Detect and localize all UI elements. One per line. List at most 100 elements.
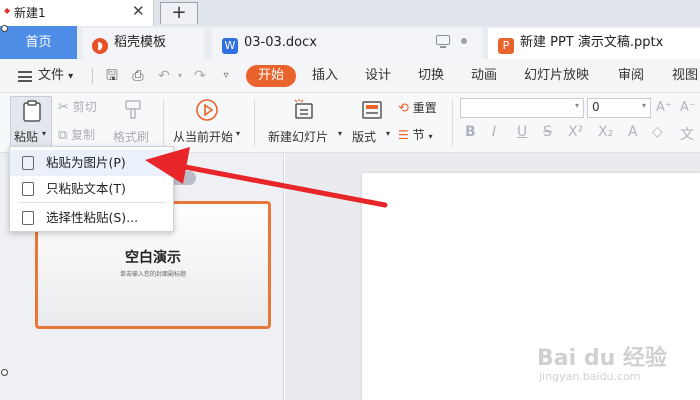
new-tab-button[interactable]: +	[160, 2, 198, 24]
superscript-button[interactable]: X²	[568, 124, 583, 140]
section-button[interactable]: ☰ 节 ▾	[398, 126, 432, 143]
section-icon: ☰	[398, 128, 409, 142]
tab-insert[interactable]: 插入	[312, 59, 338, 93]
clipboard-icon	[23, 100, 41, 122]
undo-icon[interactable]: ↶	[156, 68, 172, 84]
paste-button[interactable]: 粘贴 ▾	[10, 96, 52, 148]
slide-thumbnail-subtitle: 单击输入您的封面副标题	[119, 271, 186, 278]
watermark-main: Bai du 经验	[537, 346, 667, 371]
format-painter-label: 格式刷	[113, 130, 150, 144]
layout-icon	[362, 101, 382, 119]
format-painter-icon	[125, 100, 141, 119]
play-from-current-label: 从当前开始	[173, 130, 234, 144]
font-name-input[interactable]: ▾	[460, 98, 584, 118]
chevron-down-icon[interactable]: ▾	[386, 129, 390, 138]
customize-quick-access-icon[interactable]: ▿	[218, 68, 234, 84]
decrease-font-icon: A⁻	[680, 100, 696, 115]
new-slide-button[interactable]: 新建幻灯片 ▾	[264, 96, 346, 148]
ribbon-separator	[163, 99, 164, 147]
chevron-down-icon: ▾	[68, 71, 74, 82]
paste-special-icon	[22, 211, 34, 225]
unsaved-dot-icon: ◆	[4, 6, 11, 15]
resize-handle[interactable]	[1, 25, 8, 32]
paste-text-icon	[22, 182, 34, 196]
tab-view[interactable]: 视图	[672, 59, 698, 93]
undo-dropdown-icon[interactable]: ▾	[172, 68, 188, 84]
watermark-url: jingyan.baidu.com	[539, 370, 641, 383]
chevron-down-icon[interactable]: ▾	[428, 132, 432, 141]
font-size-value: 0	[592, 100, 600, 114]
bold-button[interactable]: B	[465, 124, 476, 140]
chevron-down-icon: ▾	[641, 101, 646, 110]
italic-button[interactable]: I	[492, 124, 496, 140]
subscript-button[interactable]: X₂	[598, 124, 613, 140]
tab-docx-label: 03-03.docx	[244, 35, 317, 50]
document-tab-bar: 首页 ◗ 稻壳模板 W 03-03.docx P 新建 PPT 演示文稿.pptx	[0, 26, 700, 59]
tab-daoke-label: 稻壳模板	[114, 35, 167, 50]
slide-thumbnail-title: 空白演示	[125, 250, 181, 266]
print-icon[interactable]: ⎙	[130, 68, 146, 84]
chevron-down-icon[interactable]: ▾	[236, 129, 240, 138]
underline-button[interactable]: U	[517, 124, 527, 140]
strikethrough-button[interactable]: S	[543, 124, 552, 140]
ribbon-separator	[254, 99, 255, 147]
ribbon-toolbar: 粘贴 ▾ ✂ 剪切 ⧉ 复制 格式刷 从当前开始 ▾ 新建幻灯片 ▾ 版式 ▾ …	[0, 93, 700, 153]
paste-special-label: 选择性粘贴(S)...	[46, 210, 139, 225]
tab-animation[interactable]: 动画	[471, 59, 497, 93]
reset-button[interactable]: ⟲ 重置	[398, 99, 437, 116]
hamburger-menu-icon[interactable]	[18, 71, 32, 82]
reset-icon: ⟲	[398, 101, 409, 116]
menu-separator	[92, 68, 93, 84]
tab-design[interactable]: 设计	[365, 59, 391, 93]
chevron-down-icon[interactable]: ▾	[338, 129, 342, 138]
menu-file-label: 文件	[38, 68, 65, 83]
copy-icon: ⧉	[58, 128, 68, 143]
format-painter-button[interactable]: 格式刷	[113, 96, 155, 148]
copy-button[interactable]: ⧉ 复制	[58, 126, 95, 143]
layout-label: 版式	[352, 130, 377, 144]
cut-button[interactable]: ✂ 剪切	[58, 98, 97, 115]
reset-label: 重置	[412, 101, 437, 115]
tab-transition[interactable]: 切换	[418, 59, 444, 93]
play-icon	[196, 99, 218, 121]
menu-divider	[18, 202, 166, 203]
ppt-doc-icon: P	[498, 38, 514, 54]
clear-format-button[interactable]: ◇	[652, 124, 663, 140]
paste-as-picture-item[interactable]: 粘贴为图片(P)	[10, 150, 173, 176]
chevron-down-icon: ▾	[574, 101, 579, 110]
save-icon[interactable]: 🖫	[104, 68, 120, 84]
paste-text-only-label: 只粘贴文本(T)	[46, 181, 126, 196]
tab-slideshow[interactable]: 幻灯片放映	[524, 59, 589, 93]
paste-special-item[interactable]: 选择性粘贴(S)...	[10, 205, 173, 231]
ribbon-separator	[452, 99, 453, 147]
new-slide-icon	[294, 99, 313, 119]
monitor-icon[interactable]	[436, 35, 450, 48]
close-tab-icon[interactable]: ✕	[132, 2, 145, 20]
character-spacing-button[interactable]: 文	[680, 124, 694, 144]
window-tab[interactable]: ◆ 新建1 ✕	[0, 0, 154, 26]
play-from-current-button[interactable]: 从当前开始 ▾	[170, 96, 244, 148]
window-tab-strip: ◆ 新建1 ✕ +	[0, 0, 700, 26]
tab-start[interactable]: 开始	[246, 65, 296, 87]
decrease-font-button[interactable]: A⁻	[680, 100, 696, 115]
paste-text-only-item[interactable]: 只粘贴文本(T)	[10, 176, 173, 202]
tab-home[interactable]: 首页	[0, 26, 77, 59]
paste-picture-icon	[22, 156, 34, 170]
word-doc-icon: W	[222, 38, 238, 54]
menu-file[interactable]: 文件 ▾	[38, 59, 73, 93]
layout-button[interactable]: 版式 ▾	[350, 96, 394, 148]
tab-pptx-label: 新建 PPT 演示文稿.pptx	[520, 35, 664, 50]
tab-review[interactable]: 审阅	[618, 59, 644, 93]
increase-font-icon: A⁺	[656, 100, 672, 115]
redo-icon[interactable]: ↷	[192, 68, 208, 84]
tab-daoke-templates[interactable]: ◗ 稻壳模板	[82, 28, 204, 59]
cut-label: 剪切	[72, 100, 97, 114]
font-color-button[interactable]: A	[628, 124, 638, 140]
font-size-input[interactable]: 0 ▾	[587, 98, 651, 118]
chevron-down-icon[interactable]: ▾	[42, 129, 46, 138]
tab-pptx[interactable]: P 新建 PPT 演示文稿.pptx	[488, 28, 700, 59]
section-label: 节	[412, 128, 425, 142]
paste-dropdown-menu: 粘贴为图片(P) 只粘贴文本(T) 选择性粘贴(S)...	[9, 146, 174, 232]
increase-font-button[interactable]: A⁺	[656, 100, 672, 115]
resize-handle[interactable]	[1, 369, 8, 376]
